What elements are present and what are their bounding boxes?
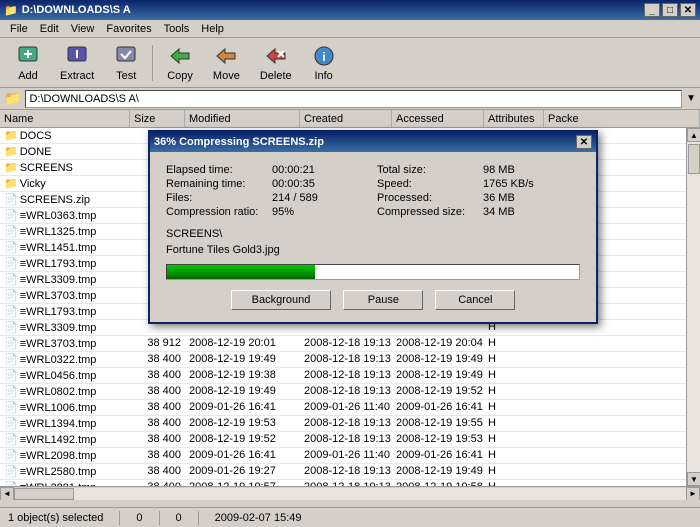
dialog-close-button[interactable]: ✕	[576, 135, 592, 149]
total-size-row: Total size: 98 MB	[377, 164, 580, 176]
elapsed-label: Elapsed time:	[166, 164, 266, 176]
remaining-value: 00:00:35	[272, 178, 315, 190]
current-filename: Fortune Tiles Gold3.jpg	[166, 244, 580, 256]
compressed-label: Compressed size:	[377, 206, 477, 218]
files-value: 214 / 589	[272, 192, 318, 204]
pause-button[interactable]: Pause	[343, 290, 423, 310]
compression-row: Compression ratio: 95%	[166, 206, 369, 218]
elapsed-value: 00:00:21	[272, 164, 315, 176]
dialog-title-bar: 36% Compressing SCREENS.zip ✕	[150, 132, 596, 152]
processed-label: Processed:	[377, 192, 477, 204]
compressed-row: Compressed size: 34 MB	[377, 206, 580, 218]
remaining-label: Remaining time:	[166, 178, 266, 190]
compression-value: 95%	[272, 206, 294, 218]
progress-bar-container	[166, 264, 580, 280]
compress-dialog: 36% Compressing SCREENS.zip ✕ Elapsed ti…	[148, 130, 598, 324]
remaining-row: Remaining time: 00:00:35	[166, 178, 369, 190]
files-label: Files:	[166, 192, 266, 204]
current-dir: SCREENS\	[166, 228, 580, 240]
processed-row: Processed: 36 MB	[377, 192, 580, 204]
total-size-value: 98 MB	[483, 164, 515, 176]
dialog-stats: Elapsed time: 00:00:21 Remaining time: 0…	[166, 164, 580, 220]
compression-label: Compression ratio:	[166, 206, 266, 218]
speed-label: Speed:	[377, 178, 477, 190]
stats-right: Total size: 98 MB Speed: 1765 KB/s Proce…	[377, 164, 580, 220]
elapsed-row: Elapsed time: 00:00:21	[166, 164, 369, 176]
background-button[interactable]: Background	[231, 290, 332, 310]
total-size-label: Total size:	[377, 164, 477, 176]
stats-left: Elapsed time: 00:00:21 Remaining time: 0…	[166, 164, 369, 220]
dialog-title: 36% Compressing SCREENS.zip	[154, 136, 324, 148]
processed-value: 36 MB	[483, 192, 515, 204]
speed-value: 1765 KB/s	[483, 178, 534, 190]
dialog-body: Elapsed time: 00:00:21 Remaining time: 0…	[150, 152, 596, 322]
progress-bar-fill	[167, 265, 315, 279]
speed-row: Speed: 1765 KB/s	[377, 178, 580, 190]
modal-overlay: 36% Compressing SCREENS.zip ✕ Elapsed ti…	[0, 0, 700, 527]
cancel-button[interactable]: Cancel	[435, 290, 515, 310]
current-dir-label: SCREENS\	[166, 228, 222, 240]
dialog-buttons: Background Pause Cancel	[166, 290, 580, 310]
files-row: Files: 214 / 589	[166, 192, 369, 204]
compressed-value: 34 MB	[483, 206, 515, 218]
